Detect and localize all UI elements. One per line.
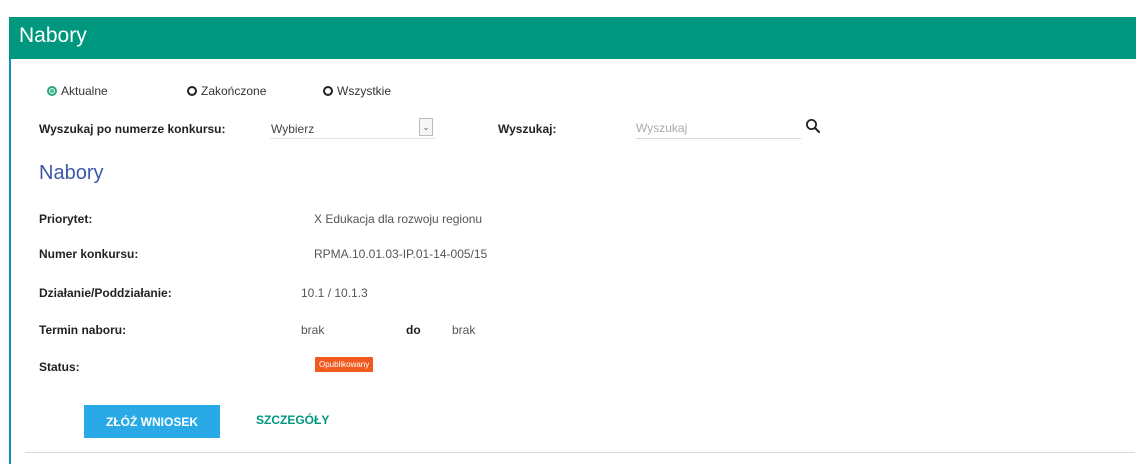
- termin-separator: do: [406, 323, 421, 337]
- panel-title: Nabory: [19, 24, 87, 47]
- number-search-label: Wyszukaj po numerze konkursu:: [39, 122, 226, 136]
- termin-to-value: brak: [452, 323, 476, 337]
- filter-label-aktualne: Aktualne: [61, 84, 108, 98]
- numer-label: Numer konkursu:: [39, 247, 139, 261]
- status-badge: Opublikowany: [315, 357, 374, 372]
- details-link[interactable]: SZCZEGÓŁY: [256, 413, 329, 427]
- submit-application-button[interactable]: ZŁÓŻ WNIOSEK: [84, 405, 220, 438]
- status-filter-group: Aktualne Zakończone Wszystkie: [0, 84, 1139, 104]
- priorytet-label: Priorytet:: [39, 212, 93, 226]
- radio-unchecked-icon: [323, 86, 333, 96]
- filter-label-zakonczone: Zakończone: [201, 84, 267, 98]
- filter-label-wszystkie: Wszystkie: [337, 84, 391, 98]
- contest-number-select-value: Wybierz: [271, 122, 315, 136]
- radio-unchecked-icon: [187, 86, 197, 96]
- filter-radio-wszystkie[interactable]: Wszystkie: [323, 84, 391, 98]
- radio-checked-icon: [47, 86, 57, 96]
- search-icon[interactable]: [805, 118, 821, 134]
- dzialanie-value: 10.1 / 10.1.3: [301, 286, 368, 300]
- detail-row-termin: Termin naboru: brak do brak: [0, 323, 1139, 341]
- section-title: Nabory: [39, 162, 104, 184]
- filter-radio-aktualne[interactable]: Aktualne: [47, 84, 108, 98]
- search-row: Wyszukaj po numerze konkursu: Wybierz ⌄ …: [0, 116, 1139, 140]
- chevron-down-icon: ⌄: [419, 118, 433, 136]
- detail-row-status: Status: Opublikowany: [0, 357, 1139, 378]
- termin-label: Termin naboru:: [39, 323, 127, 337]
- priorytet-value: X Edukacja dla rozwoju regionu: [314, 212, 483, 226]
- status-label: Status:: [39, 360, 80, 374]
- detail-row-priorytet: Priorytet: X Edukacja dla rozwoju region…: [0, 212, 1139, 230]
- text-search-label: Wyszukaj:: [498, 122, 557, 136]
- divider: [25, 452, 1135, 453]
- detail-row-dzialanie: Działanie/Poddziałanie: 10.1 / 10.1.3: [0, 286, 1139, 304]
- contest-number-select[interactable]: Wybierz ⌄: [270, 118, 435, 139]
- panel-header: Nabory: [9, 17, 1136, 59]
- numer-value: RPMA.10.01.03-IP.01-14-005/15: [314, 247, 488, 261]
- search-input[interactable]: [636, 118, 801, 139]
- filter-radio-zakonczone[interactable]: Zakończone: [187, 84, 266, 98]
- dzialanie-label: Działanie/Poddziałanie:: [39, 286, 172, 300]
- termin-from-value: brak: [301, 323, 325, 337]
- detail-row-numer: Numer konkursu: RPMA.10.01.03-IP.01-14-0…: [0, 247, 1139, 265]
